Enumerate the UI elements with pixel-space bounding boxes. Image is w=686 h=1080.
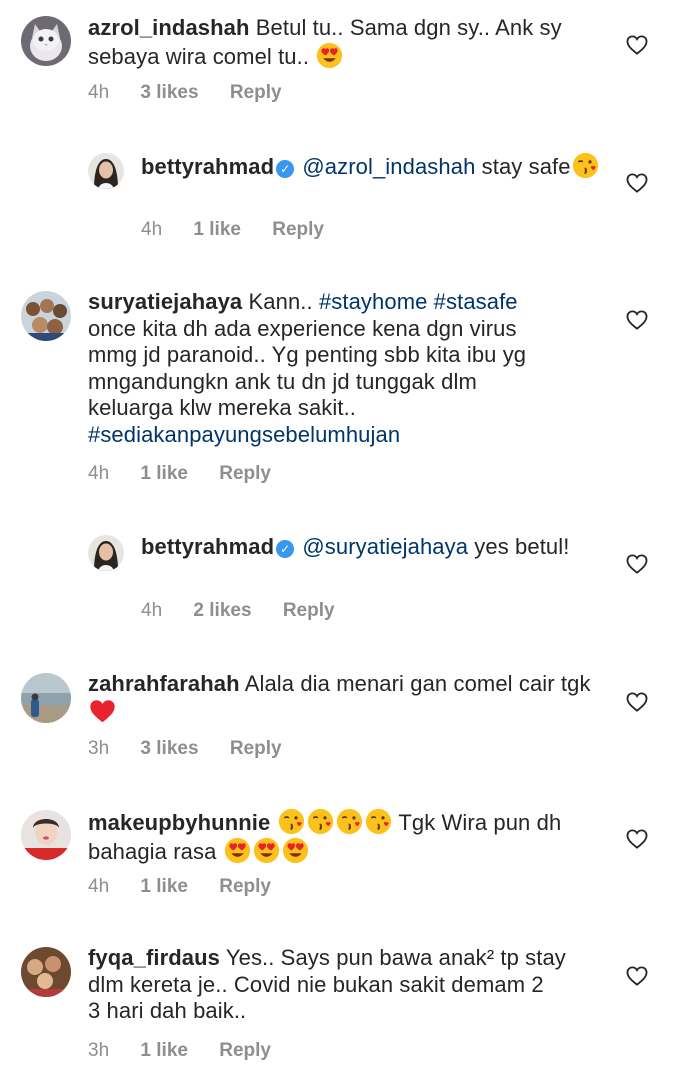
kiss-emoji-icon — [307, 808, 334, 835]
reply-button[interactable]: Reply — [272, 219, 324, 240]
comment-meta: 3h 1 like Reply — [88, 1040, 297, 1062]
comment-time: 4h — [141, 219, 163, 240]
hashtag-link[interactable]: #stayhome — [319, 289, 428, 314]
comment-body: zahrahfarahah Alala dia menari gan comel… — [88, 671, 608, 726]
mention-link[interactable]: @suryatiejahaya — [302, 534, 468, 559]
reply-button[interactable]: Reply — [219, 1040, 271, 1061]
comment-body: makeupbyhunnie Tgk Wira pun dh bahagia r… — [88, 808, 608, 865]
kiss-emoji-icon — [336, 808, 363, 835]
comment-line: mngandungkn ank tu dn jd tunggak dlm — [88, 368, 477, 394]
comment-likes[interactable]: 3 likes — [140, 738, 198, 759]
woman-avatar-icon — [88, 535, 124, 571]
kiss-emoji-icon — [278, 808, 305, 835]
comment-time: 4h — [88, 82, 110, 103]
avatar[interactable] — [21, 947, 71, 997]
woman-avatar-icon — [88, 153, 124, 189]
comment-likes[interactable]: 3 likes — [140, 82, 198, 103]
comment-text: Alala dia menari gan comel cair tgk — [244, 671, 591, 696]
kiss-emoji-icon — [365, 808, 392, 835]
reply-button[interactable]: Reply — [219, 876, 271, 897]
comment-likes[interactable]: 1 like — [140, 876, 188, 897]
comment-username[interactable]: suryatiejahaya — [88, 289, 242, 314]
comment-meta: 4h 1 like Reply — [88, 463, 297, 485]
comment-username[interactable]: fyqa_firdaus — [88, 945, 220, 970]
heart-eyes-emoji-icon — [316, 42, 343, 69]
comment-body: bettyrahmad ✓ @azrol_indashah stay safe — [141, 152, 601, 181]
comment-likes[interactable]: 1 like — [193, 219, 241, 240]
comment-time: 4h — [88, 463, 110, 484]
comment-body: suryatiejahaya Kann.. #stayhome #stasafe… — [88, 289, 628, 448]
comment-meta: 4h 1 like Reply — [88, 876, 297, 898]
verified-badge-icon: ✓ — [276, 160, 295, 178]
comment-meta: 4h 3 likes Reply — [88, 82, 308, 104]
comment-line: 3 hari dah baik.. — [88, 998, 247, 1023]
cat-avatar-icon — [21, 16, 71, 66]
comment-likes[interactable]: 1 like — [140, 463, 188, 484]
reply-button[interactable]: Reply — [230, 82, 282, 103]
like-heart-icon[interactable] — [626, 966, 648, 986]
comment-meta: 4h 1 like Reply — [141, 219, 350, 241]
verified-badge-icon: ✓ — [276, 540, 295, 558]
comment-line: dlm kereta je.. Covid nie bukan sakit de… — [88, 971, 544, 997]
avatar[interactable] — [21, 810, 71, 860]
kiss-emoji-icon — [572, 152, 599, 179]
comment-time: 3h — [88, 1040, 110, 1061]
like-heart-icon[interactable] — [626, 829, 648, 849]
comment-text: Kann.. — [248, 289, 313, 314]
heart-eyes-emoji-icon — [282, 837, 309, 864]
comment-text: yes betul! — [474, 534, 570, 559]
comment-line: mmg jd paranoid.. Yg penting sbb kita ib… — [88, 342, 527, 367]
comment-line: suryatiejahaya Kann.. #stayhome #stasafe — [88, 289, 628, 316]
like-heart-icon[interactable] — [626, 692, 648, 712]
comment-meta: 3h 3 likes Reply — [88, 738, 308, 760]
group-avatar-icon — [21, 291, 71, 341]
avatar[interactable] — [88, 153, 124, 189]
comment-body: azrol_indashah Betul tu.. Sama dgn sy.. … — [88, 15, 608, 70]
face-avatar-icon — [21, 810, 71, 860]
comment-likes[interactable]: 1 like — [140, 1040, 188, 1061]
comment-time: 3h — [88, 738, 110, 759]
avatar[interactable] — [21, 16, 71, 66]
comment-time: 4h — [141, 600, 163, 621]
like-heart-icon[interactable] — [626, 173, 648, 193]
heart-eyes-emoji-icon — [253, 837, 280, 864]
like-heart-icon[interactable] — [626, 310, 648, 330]
comment-line: once kita dh ada experience kena dgn vir… — [88, 315, 517, 341]
avatar[interactable] — [88, 535, 124, 571]
hashtag-link[interactable]: #stasafe — [434, 289, 518, 314]
comment-username[interactable]: bettyrahmad — [141, 534, 274, 559]
like-heart-icon[interactable] — [626, 554, 648, 574]
comment-text: stay safe — [481, 154, 571, 179]
comment-body: fyqa_firdaus Yes.. Says pun bawa anak² t… — [88, 945, 618, 1025]
avatar[interactable] — [21, 291, 71, 341]
avatar[interactable] — [21, 673, 71, 723]
comment-meta: 4h 2 likes Reply — [141, 600, 361, 622]
comment-username[interactable]: azrol_indashah — [88, 15, 250, 40]
comment-time: 4h — [88, 876, 110, 897]
comment-text: Yes.. Says pun bawa anak² tp stay — [225, 945, 566, 970]
comment-username[interactable]: makeupbyhunnie — [88, 810, 270, 835]
comment-username[interactable]: bettyrahmad — [141, 154, 274, 179]
comment-line: keluarga klw mereka sakit.. — [88, 395, 357, 420]
beach-avatar-icon — [21, 673, 71, 723]
reply-button[interactable]: Reply — [230, 738, 282, 759]
family-avatar-icon — [21, 947, 71, 997]
hashtag-link[interactable]: #sediakanpayungsebelumhujan — [88, 422, 400, 447]
comment-username[interactable]: zahrahfarahah — [88, 671, 240, 696]
comment-line: fyqa_firdaus Yes.. Says pun bawa anak² t… — [88, 945, 618, 972]
comment-body: bettyrahmad ✓ @suryatiejahaya yes betul! — [141, 534, 581, 561]
red-heart-emoji-icon — [89, 698, 116, 725]
reply-button[interactable]: Reply — [283, 600, 335, 621]
mention-link[interactable]: @azrol_indashah — [302, 154, 475, 179]
reply-button[interactable]: Reply — [219, 463, 271, 484]
comment-likes[interactable]: 2 likes — [193, 600, 251, 621]
heart-eyes-emoji-icon — [224, 837, 251, 864]
like-heart-icon[interactable] — [626, 35, 648, 55]
